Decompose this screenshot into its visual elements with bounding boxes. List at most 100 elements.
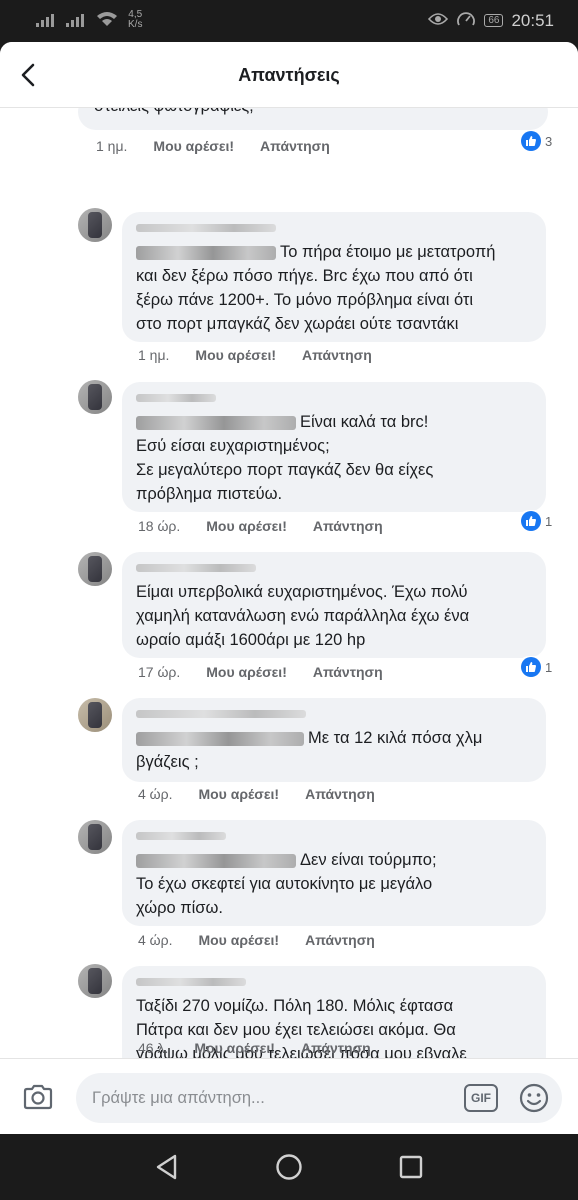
reaction-count[interactable]: 1 xyxy=(518,656,556,678)
comment-text: χώρο πίσω. xyxy=(136,899,223,917)
reaction-count[interactable]: 1 xyxy=(518,510,556,532)
speedometer-icon xyxy=(456,10,476,31)
comment-text: Είναι καλά τα brc! xyxy=(300,413,429,431)
comment-text: στείλεις φωτογραφίες; xyxy=(94,108,254,118)
signal-icon xyxy=(36,13,56,27)
mention-blurred[interactable] xyxy=(136,731,304,746)
author-name-blurred[interactable] xyxy=(136,978,246,986)
comment-bubble: Με τα 12 κιλά πόσα χλμ βγάζεις ; xyxy=(122,698,546,782)
header: Απαντήσεις xyxy=(0,42,578,108)
back-triangle-icon[interactable] xyxy=(152,1152,182,1182)
comment-bubble: Το πήρα έτοιμο με μετατροπή και δεν ξέρω… xyxy=(122,212,546,342)
gif-icon[interactable]: GIF xyxy=(464,1084,498,1112)
like-button[interactable]: Μου αρέσει! xyxy=(195,347,276,363)
like-button[interactable]: Μου αρέσει! xyxy=(198,932,279,948)
comment-actions: 18 ώρ. Μου αρέσει! Απάντηση xyxy=(138,518,383,534)
thumbs-up-icon xyxy=(521,131,541,151)
reply-button[interactable]: Απάντηση xyxy=(313,664,383,680)
comment-time: 4 ώρ. xyxy=(138,786,173,802)
emoji-icon[interactable] xyxy=(518,1082,550,1114)
comment-text: χαμηλή κατανάλωση ενώ παράλληλα έχω ένα xyxy=(136,607,470,625)
comment-text: Ταξίδι 270 νομίζω. Πόλη 180. Μόλις έφτασ… xyxy=(136,997,454,1015)
author-name-blurred[interactable] xyxy=(136,224,276,232)
comment-time: 4 ώρ. xyxy=(138,932,173,948)
clock: 20:51 xyxy=(511,10,554,30)
like-button[interactable]: Μου αρέσει! xyxy=(194,1040,275,1056)
eye-icon xyxy=(428,12,449,29)
comment-text: Με τα 12 κιλά πόσα χλμ xyxy=(308,729,483,747)
like-button[interactable]: Μου αρέσει! xyxy=(206,518,287,534)
network-speed: 4,5 K/s xyxy=(128,9,143,30)
comment-text: Δεν είναι τούρμπο; xyxy=(300,851,437,869)
comment-actions: 46 λ. Μου αρέσει! Απάντηση xyxy=(138,1040,371,1056)
comment-text: Πάτρα και δεν μου έχει τελειώσει ακόμα. … xyxy=(136,1021,456,1039)
avatar[interactable] xyxy=(78,380,112,414)
comment-time: 1 ημ. xyxy=(138,347,170,363)
author-name-blurred[interactable] xyxy=(136,394,216,402)
comment-actions: 1 ημ. Μου αρέσει! Απάντηση xyxy=(96,138,330,154)
comment-time: 1 ημ. xyxy=(96,138,128,154)
like-button[interactable]: Μου αρέσει! xyxy=(153,138,234,154)
comment-text: Είμαι υπερβολικά ευχαριστημένος. Έχω πολ… xyxy=(136,583,468,601)
avatar[interactable] xyxy=(78,208,112,242)
comment-text: Το πήρα έτοιμο με μετατροπή xyxy=(280,243,496,261)
reaction-number: 1 xyxy=(545,513,553,529)
replies-sheet: Απαντήσεις στείλεις φωτογραφίες; 1 ημ. Μ… xyxy=(0,42,578,1134)
author-name-blurred[interactable] xyxy=(136,710,306,718)
comment-text: βγάζεις ; xyxy=(136,753,199,771)
reaction-count[interactable]: 3 xyxy=(518,130,556,152)
wifi-icon xyxy=(96,11,118,30)
mention-blurred[interactable] xyxy=(136,415,296,430)
home-circle-icon[interactable] xyxy=(274,1152,304,1182)
comment-actions: 4 ώρ. Μου αρέσει! Απάντηση xyxy=(138,786,375,802)
reply-input[interactable] xyxy=(92,1083,452,1113)
signal-icon xyxy=(66,13,86,27)
comment-text: Εσύ είσαι ευχαριστημένος; xyxy=(136,437,330,455)
like-button[interactable]: Μου αρέσει! xyxy=(198,786,279,802)
mention-blurred[interactable] xyxy=(136,853,296,868)
comment-actions: 17 ώρ. Μου αρέσει! Απάντηση xyxy=(138,664,383,680)
author-name-blurred[interactable] xyxy=(136,832,226,840)
avatar[interactable] xyxy=(78,698,112,732)
comment-text: Το έχω σκεφτεί για αυτοκίνητο με μεγάλο xyxy=(136,875,433,893)
reply-button[interactable]: Απάντηση xyxy=(260,138,330,154)
comment-text: πρόβλημα πιστεύω. xyxy=(136,485,283,503)
comment-bubble: Δεν είναι τούρμπο; Το έχω σκεφτεί για αυ… xyxy=(122,820,546,926)
comment-actions: 4 ώρ. Μου αρέσει! Απάντηση xyxy=(138,932,375,948)
page-title: Απαντήσεις xyxy=(238,65,340,85)
comment-text: και δεν ξέρω πόσο πήγε. Brc έχω που από … xyxy=(136,267,473,285)
thumbs-up-icon xyxy=(521,511,541,531)
reply-button[interactable]: Απάντηση xyxy=(305,932,375,948)
author-name-blurred[interactable] xyxy=(136,564,256,572)
reply-composer: GIF xyxy=(0,1058,578,1134)
status-bar: 4,5 K/s 66 20:51 xyxy=(0,0,578,42)
comment-thread[interactable]: στείλεις φωτογραφίες; 1 ημ. Μου αρέσει! … xyxy=(0,108,578,1058)
reply-button[interactable]: Απάντηση xyxy=(302,347,372,363)
camera-icon[interactable] xyxy=(22,1081,54,1113)
comment-time: 18 ώρ. xyxy=(138,518,181,534)
system-nav-bar xyxy=(0,1134,578,1200)
comment-text: ωραίο αμάξι 1600άρι με 120 hp xyxy=(136,631,366,649)
avatar[interactable] xyxy=(78,552,112,586)
reaction-number: 3 xyxy=(545,133,553,149)
like-button[interactable]: Μου αρέσει! xyxy=(206,664,287,680)
comment-time: 46 λ. xyxy=(138,1040,169,1056)
recents-square-icon[interactable] xyxy=(396,1152,426,1182)
reply-input-container: GIF xyxy=(76,1073,562,1123)
reaction-number: 1 xyxy=(545,659,553,675)
reply-button[interactable]: Απάντηση xyxy=(305,786,375,802)
comment-text: ξέρω πάνε 1200+. Το μόνο πρόβλημα είναι … xyxy=(136,291,474,309)
comment-time: 17 ώρ. xyxy=(138,664,181,680)
comment-text: Σε μεγαλύτερο πορτ παγκάζ δεν θα είχες xyxy=(136,461,434,479)
comment-text: στο πορτ μπαγκάζ δεν χωράει ούτε τσαντάκ… xyxy=(136,315,459,333)
comment-bubble: Είναι καλά τα brc! Εσύ είσαι ευχαριστημέ… xyxy=(122,382,546,512)
avatar[interactable] xyxy=(78,964,112,998)
thumbs-up-icon xyxy=(521,657,541,677)
comment-bubble: Είμαι υπερβολικά ευχαριστημένος. Έχω πολ… xyxy=(122,552,546,658)
avatar[interactable] xyxy=(78,820,112,854)
comment-bubble: στείλεις φωτογραφίες; xyxy=(78,108,548,130)
comment-actions: 1 ημ. Μου αρέσει! Απάντηση xyxy=(138,347,372,363)
mention-blurred[interactable] xyxy=(136,245,276,260)
reply-button[interactable]: Απάντηση xyxy=(313,518,383,534)
reply-button[interactable]: Απάντηση xyxy=(301,1040,371,1056)
